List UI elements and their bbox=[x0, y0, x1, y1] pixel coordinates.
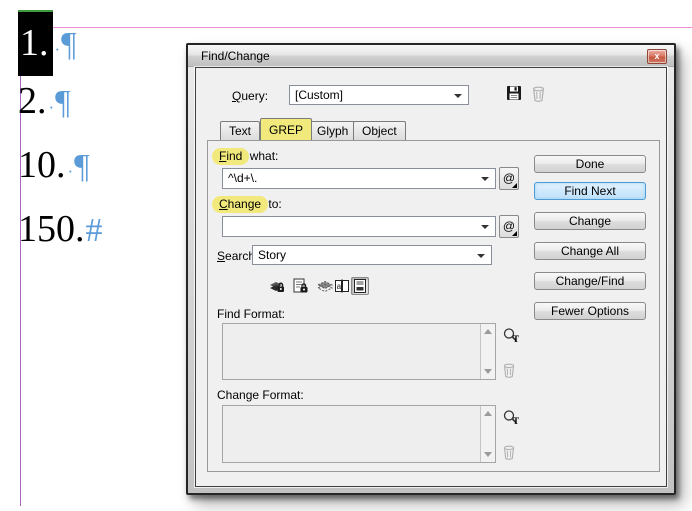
done-button[interactable]: Done bbox=[534, 155, 646, 173]
dialog-body: Query: [Custom] Text GREP Glyph Object F… bbox=[195, 67, 667, 487]
find-next-button[interactable]: Find Next bbox=[534, 182, 646, 200]
change-find-button[interactable]: Change/Find bbox=[534, 272, 646, 290]
find-what-hl-rest: ind bbox=[226, 149, 243, 163]
find-change-dialog: Find/Change x Query: [Custom] Text GREP … bbox=[186, 43, 676, 495]
doc-line-1[interactable]: 1. ·¶ bbox=[18, 10, 77, 76]
query-label-rest: uery: bbox=[241, 89, 269, 103]
chevron-down-icon[interactable] bbox=[481, 177, 489, 181]
chevron-down-icon[interactable] bbox=[477, 254, 485, 258]
pilcrow-icon: ¶ bbox=[74, 148, 90, 185]
scroll-up-icon[interactable] bbox=[484, 411, 492, 416]
change-special-characters-button[interactable]: @ bbox=[499, 215, 519, 238]
find-what-input[interactable]: ^\d+\. bbox=[222, 168, 496, 189]
change-to-input[interactable] bbox=[222, 216, 496, 237]
find-special-characters-button[interactable]: @ bbox=[499, 167, 519, 190]
svg-text:a: a bbox=[337, 282, 342, 291]
find-what-label: Find what: bbox=[212, 148, 279, 165]
change-to-mnemonic: C bbox=[219, 197, 228, 211]
flyout-corner-icon bbox=[512, 231, 517, 236]
pilcrow-icon: ¶ bbox=[61, 26, 77, 63]
close-button[interactable]: x bbox=[647, 49, 667, 64]
delete-query-trash-icon bbox=[531, 86, 549, 104]
tab-text[interactable]: Text bbox=[220, 121, 261, 140]
change-to-hl-rest: hange bbox=[227, 197, 262, 211]
scroll-up-icon[interactable] bbox=[484, 329, 492, 334]
svg-text:T: T bbox=[513, 334, 519, 344]
grep-tab-panel: Find what: ^\d+\. @ Change to: @ Search:… bbox=[207, 140, 660, 472]
search-mnemonic: S bbox=[217, 249, 226, 263]
paragraph-number: 10. bbox=[18, 144, 66, 186]
clear-find-format-trash-icon bbox=[502, 363, 520, 381]
change-to-label: Change to: bbox=[212, 196, 282, 213]
chevron-down-icon[interactable] bbox=[481, 225, 489, 229]
doc-line-3[interactable]: 10. ·¶ bbox=[18, 146, 90, 184]
dialog-titlebar[interactable]: Find/Change x bbox=[188, 45, 674, 67]
search-scope-value: Story bbox=[258, 248, 287, 262]
change-format-box[interactable] bbox=[222, 405, 496, 463]
change-format-label: Change Format: bbox=[217, 388, 304, 402]
paragraph-number: 2. bbox=[18, 80, 47, 122]
change-button[interactable]: Change bbox=[534, 212, 646, 230]
specify-change-attributes-icon[interactable]: T bbox=[502, 409, 520, 427]
include-locked-layers-icon[interactable] bbox=[268, 277, 286, 295]
query-dropdown[interactable]: [Custom] bbox=[289, 85, 469, 105]
find-format-label: Find Format: bbox=[217, 307, 286, 321]
find-what-value: ^\d+\. bbox=[228, 171, 258, 185]
space-marker-icon: · bbox=[54, 40, 61, 59]
query-mnemonic: Q bbox=[232, 89, 242, 103]
flyout-corner-icon bbox=[512, 183, 517, 188]
space-marker-icon: · bbox=[48, 98, 55, 117]
include-hidden-layers-icon[interactable] bbox=[316, 277, 334, 295]
search-scope-dropdown[interactable]: Story bbox=[252, 245, 492, 265]
query-value: [Custom] bbox=[295, 88, 344, 102]
screenshot-stage: 1. ·¶ 2. ·¶ 10. ·¶ 150.# Find/Change x Quer… bbox=[0, 0, 692, 511]
margin-guide-horizontal bbox=[20, 27, 692, 28]
find-what-label-rest: what: bbox=[246, 149, 279, 163]
change-highlight-annotation: Change bbox=[212, 196, 269, 213]
selected-text[interactable]: 1. bbox=[18, 10, 53, 76]
include-master-pages-icon[interactable]: a bbox=[333, 277, 351, 295]
tab-glyph[interactable]: Glyph bbox=[308, 121, 358, 140]
dialog-title: Find/Change bbox=[201, 49, 270, 63]
tab-grep[interactable]: GREP bbox=[260, 118, 313, 140]
find-format-scrollbar[interactable] bbox=[480, 324, 495, 379]
doc-line-4[interactable]: 150.# bbox=[18, 210, 103, 248]
include-locked-stories-icon[interactable] bbox=[291, 277, 309, 295]
pilcrow-icon: ¶ bbox=[55, 84, 71, 121]
scroll-down-icon[interactable] bbox=[484, 452, 492, 457]
fewer-options-button[interactable]: Fewer Options bbox=[534, 302, 646, 320]
svg-text:T: T bbox=[513, 416, 519, 426]
change-format-scrollbar[interactable] bbox=[480, 406, 495, 462]
paragraph-number: 150. bbox=[18, 208, 85, 250]
change-all-button[interactable]: Change All bbox=[534, 242, 646, 260]
change-to-label-rest: to: bbox=[265, 197, 282, 211]
include-footnotes-icon[interactable] bbox=[351, 277, 369, 295]
specify-find-attributes-icon[interactable]: T bbox=[502, 327, 520, 345]
tab-object[interactable]: Object bbox=[353, 121, 406, 140]
chevron-down-icon[interactable] bbox=[454, 94, 462, 98]
end-of-story-icon: # bbox=[85, 212, 103, 249]
find-highlight-annotation: Find bbox=[212, 148, 250, 165]
find-format-box[interactable] bbox=[222, 323, 496, 380]
scroll-down-icon[interactable] bbox=[484, 369, 492, 374]
doc-line-2[interactable]: 2. ·¶ bbox=[18, 82, 71, 120]
space-marker-icon: · bbox=[67, 162, 74, 181]
query-label: Query: bbox=[232, 89, 268, 103]
clear-change-format-trash-icon bbox=[502, 445, 520, 463]
save-query-icon[interactable] bbox=[506, 85, 524, 103]
